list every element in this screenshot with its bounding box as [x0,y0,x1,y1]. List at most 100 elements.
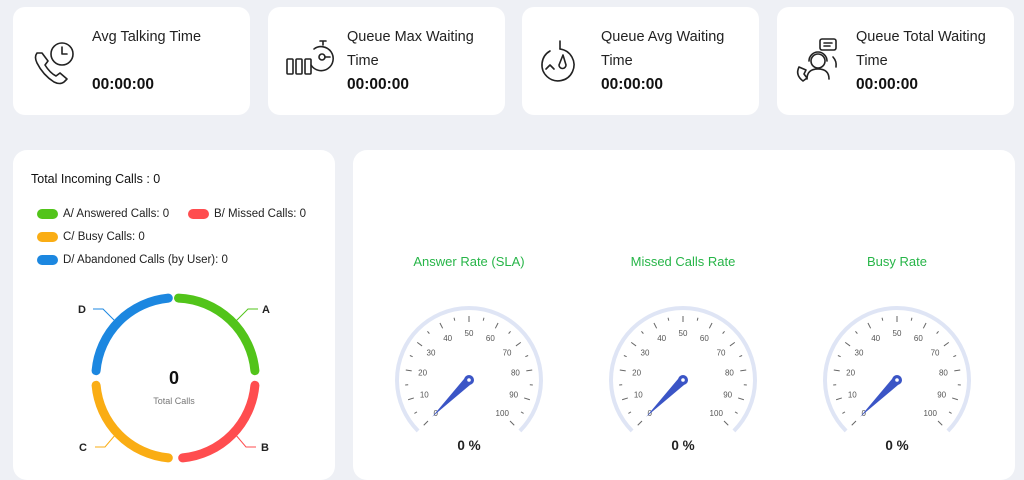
gauge-tick [735,412,738,414]
gauge-tick [631,342,636,346]
donut-label-d: D [78,304,86,316]
gauge-tick-label: 60 [914,334,923,343]
gauge-tick [923,323,926,328]
gauge-tick-label: 90 [723,391,732,400]
stat-value: 00:00:00 [856,76,918,94]
gauge-tick [427,331,429,333]
gauge-title-answer-rate: Answer Rate (SLA) [379,254,559,269]
gauge-tick-label: 100 [924,409,938,418]
gauge-tick [730,342,735,346]
gauge-tick-label: 80 [725,369,734,378]
gauge-tick [424,421,428,425]
gauge-tick-label: 20 [846,369,855,378]
gauge-tick [516,342,521,346]
gauge-tick [739,356,742,357]
gauge-tick [868,323,871,328]
agent-headset-icon [793,37,845,89]
gauge-tick [620,370,626,371]
stat-label: Avg Talking Time [92,25,242,49]
incoming-calls-panel: Total Incoming Calls : 0 A/ Answered Cal… [13,150,335,480]
gauge-busy-rate: 0102030405060708090100 [817,300,977,440]
gauge-tick [440,323,443,328]
gauge-value-missed-rate: 0 % [643,438,723,453]
gauge-title-missed-rate: Missed Calls Rate [593,254,773,269]
gauge-tick-label: 10 [420,391,429,400]
gauge-tick-label: 30 [855,348,864,357]
gauge-tick [628,412,631,414]
gauge-tick [526,370,532,371]
gauge-tick [954,370,960,371]
stat-card-queue-total-waiting: Queue Total Waiting Time 00:00:00 [777,7,1014,115]
donut-label-a: A [262,304,270,316]
leader-line-a [235,309,258,322]
gauge-tick-label: 30 [641,348,650,357]
gauge-tick [852,421,856,425]
gauge-tick-label: 10 [848,391,857,400]
gauge-tick-label: 80 [939,369,948,378]
stat-value: 00:00:00 [347,76,409,94]
total-calls-donut: A B C D 0 Total Calls [13,150,335,480]
gauge-tick-label: 40 [657,334,666,343]
gauge-tick-label: 10 [634,391,643,400]
gauge-tick [949,412,952,414]
gauge-hub-center [467,378,471,382]
gauge-tick-label: 90 [937,391,946,400]
gauge-tick [654,323,657,328]
stat-card-queue-max-waiting: Queue Max Waiting Time 00:00:00 [268,7,505,115]
gauge-tick [709,323,712,328]
gauge-answer-rate: 0102030405060708090100 [389,300,549,440]
leader-line-c [95,434,116,447]
gauge-tick [838,356,841,357]
gauge-tick [408,398,414,400]
gauge-tick-label: 20 [632,369,641,378]
gauge-tick [845,342,850,346]
gauge-tick [724,421,728,425]
gauge-tick [521,412,524,414]
gauge-tick-label: 40 [871,334,880,343]
gauge-tick [911,318,912,321]
donut-label-b: B [261,442,269,454]
gauge-tick-label: 50 [893,329,902,338]
gauge-tick [953,356,956,357]
gauge-tick [938,421,942,425]
circular-timer-icon [538,37,590,89]
donut-center-value: 0 [169,368,179,388]
gauge-tick [697,318,698,321]
gauge-tick-label: 40 [443,334,452,343]
stat-value: 00:00:00 [92,76,154,94]
bars-timer-icon [284,37,336,89]
gauge-tick [406,370,412,371]
gauge-tick-label: 30 [427,348,436,357]
gauge-tick [641,331,643,333]
gauge-tick [524,398,530,400]
stat-card-queue-avg-waiting: Queue Avg Waiting Time 00:00:00 [522,7,759,115]
gauge-tick [509,331,511,333]
gauge-tick [882,318,883,321]
donut-center-label: Total Calls [153,396,195,406]
gauge-tick-label: 70 [717,348,726,357]
donut-segment-d[interactable] [96,298,168,371]
gauge-title-busy-rate: Busy Rate [807,254,987,269]
gauge-tick [483,318,484,321]
gauge-tick [525,356,528,357]
gauge-tick [723,331,725,333]
gauge-tick-label: 100 [710,409,724,418]
gauge-tick [638,421,642,425]
gauge-tick-label: 20 [418,369,427,378]
stat-label: Queue Max Waiting Time [347,25,497,73]
gauge-tick [836,398,842,400]
stat-label: Queue Avg Waiting Time [601,25,751,73]
gauge-tick [944,342,949,346]
phone-clock-icon [29,37,81,89]
gauge-value-busy-rate: 0 % [857,438,937,453]
gauge-tick [842,412,845,414]
gauge-tick [414,412,417,414]
gauge-tick [937,331,939,333]
gauge-tick [740,370,746,371]
gauge-tick-label: 100 [496,409,510,418]
rates-panel: Answer Rate (SLA) Missed Calls Rate Busy… [353,150,1015,480]
gauge-tick [454,318,455,321]
donut-segment-a[interactable] [179,298,255,371]
gauge-tick [410,356,413,357]
leader-line-d [93,309,116,322]
